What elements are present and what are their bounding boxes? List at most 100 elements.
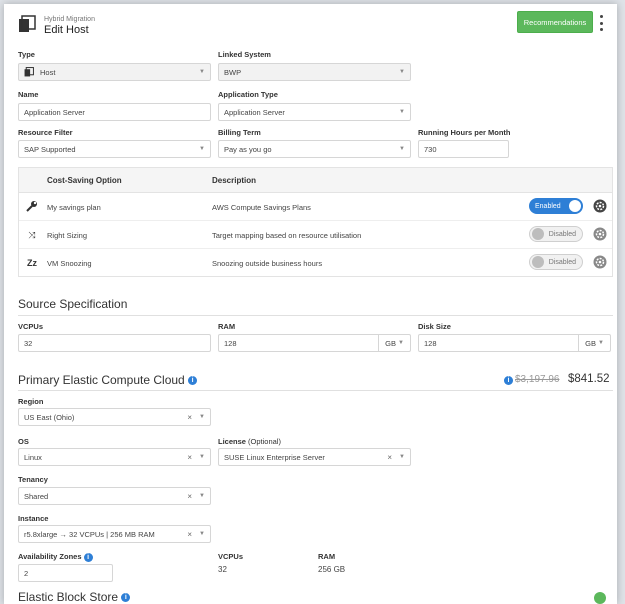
primary-ec2-title-row: Primary Elastic Compute Cloud i <box>18 373 198 387</box>
disk-unit: GB <box>585 338 596 348</box>
source-vcpus-label: VCPUs <box>18 322 44 331</box>
disk-unit-select[interactable]: GB ▼ <box>578 335 610 351</box>
type-value: Host <box>40 67 56 77</box>
source-disk-label: Disk Size <box>418 322 451 331</box>
option-description: Snoozing outside business hours <box>212 259 323 268</box>
toggle-label: Disabled <box>548 230 576 238</box>
name-label: Name <box>18 90 39 99</box>
enable-toggle[interactable]: Disabled <box>529 254 583 270</box>
chevron-down-icon: ▼ <box>199 531 205 537</box>
divider <box>18 390 613 391</box>
application-type-label: Application Type <box>218 90 278 99</box>
license-label-text: License <box>218 437 246 446</box>
chevron-down-icon: ▼ <box>398 340 404 346</box>
running-hours-input[interactable]: 730 <box>418 140 509 158</box>
chevron-down-icon: ▼ <box>598 340 604 346</box>
gear-icon[interactable] <box>593 199 607 213</box>
target-vcpus-value: 32 <box>218 565 227 574</box>
type-label: Type <box>18 50 35 59</box>
original-price: $3,197.96 <box>515 374 560 385</box>
linked-system-select[interactable]: BWP ▼ <box>218 63 411 81</box>
resource-filter-select[interactable]: SAP Supported ▼ <box>18 140 211 158</box>
chevron-down-icon: ▼ <box>199 454 205 460</box>
server-stack-icon <box>19 15 36 32</box>
source-ram-input[interactable]: 128 GB ▼ <box>218 334 411 352</box>
breadcrumb: Hybrid Migration <box>44 16 95 23</box>
tenancy-select[interactable]: Shared × ▼ <box>18 487 211 505</box>
toggle-knob <box>569 200 581 212</box>
clear-icon[interactable]: × <box>187 413 192 422</box>
clear-icon[interactable]: × <box>387 453 392 462</box>
info-icon[interactable]: i <box>121 593 131 603</box>
linked-system-label: Linked System <box>218 50 271 59</box>
instance-label: Instance <box>18 514 49 523</box>
gear-icon[interactable] <box>593 227 607 241</box>
running-hours-label: Running Hours per Month <box>418 128 511 137</box>
page-title: Edit Host <box>44 24 89 36</box>
recommendations-button[interactable]: Recommendations <box>517 11 593 33</box>
chevron-down-icon: ▼ <box>199 493 205 499</box>
target-ram-label: RAM <box>318 552 336 561</box>
linked-system-value: BWP <box>224 67 242 77</box>
clear-icon[interactable]: × <box>187 453 192 462</box>
info-icon[interactable]: i <box>83 552 93 562</box>
resource-filter-value: SAP Supported <box>24 144 76 154</box>
name-value: Application Server <box>24 107 85 117</box>
chevron-down-icon: ▼ <box>399 109 405 115</box>
region-value: US East (Ohio) <box>24 412 75 422</box>
os-select[interactable]: Linux × ▼ <box>18 448 211 466</box>
billing-term-select[interactable]: Pay as you go ▼ <box>218 140 411 158</box>
info-icon[interactable]: i <box>188 376 198 386</box>
region-select[interactable]: US East (Ohio) × ▼ <box>18 408 211 426</box>
toggle-knob <box>532 228 544 240</box>
resize-icon: ⤨ <box>28 230 36 240</box>
source-disk-input[interactable]: 128 GB ▼ <box>418 334 611 352</box>
cost-saving-table: Cost-Saving Option Description My saving… <box>18 167 613 277</box>
tenancy-value: Shared <box>24 491 49 501</box>
source-ram-label: RAM <box>218 322 236 331</box>
chevron-down-icon: ▼ <box>199 69 205 75</box>
chevron-down-icon: ▼ <box>199 414 205 420</box>
table-row: Zz VM Snoozing Snoozing outside business… <box>19 249 612 277</box>
source-vcpus-input[interactable]: 32 <box>18 334 211 352</box>
price-info-icon[interactable]: i <box>504 376 513 385</box>
resource-filter-label: Resource Filter <box>18 128 73 137</box>
target-vcpus-label: VCPUs <box>218 552 244 561</box>
instance-select[interactable]: r5.8xlarge → 32 VCPUs | 256 MB RAM × ▼ <box>18 525 211 543</box>
name-input[interactable]: Application Server <box>18 103 211 121</box>
gear-icon[interactable] <box>593 255 607 269</box>
host-icon <box>24 67 34 77</box>
clear-icon[interactable]: × <box>187 530 192 539</box>
availability-zones-input[interactable]: 2 <box>18 564 113 582</box>
os-label: OS <box>18 437 29 446</box>
elastic-block-store-title: Elastic Block Store <box>18 590 119 604</box>
option-description: Target mapping based on resource utilisa… <box>212 231 362 240</box>
enable-toggle[interactable]: Enabled <box>529 198 583 214</box>
source-ram-value: 128 <box>224 338 237 348</box>
ram-unit-select[interactable]: GB ▼ <box>378 335 410 351</box>
availability-zones-label: Availability Zones i <box>18 552 93 562</box>
running-hours-value: 730 <box>424 144 437 154</box>
license-label: License (Optional) <box>218 437 281 446</box>
type-select[interactable]: Host ▼ <box>18 63 211 81</box>
availability-zones-value: 2 <box>24 568 29 578</box>
chevron-down-icon: ▼ <box>399 69 405 75</box>
primary-ec2-title: Primary Elastic Compute Cloud <box>18 373 185 387</box>
toggle-label: Disabled <box>548 258 576 266</box>
license-select[interactable]: SUSE Linux Enterprise Server × ▼ <box>218 448 411 466</box>
application-type-value: Application Server <box>224 107 285 117</box>
option-name: My savings plan <box>47 203 101 212</box>
column-header-option: Cost-Saving Option <box>47 176 122 185</box>
application-type-select[interactable]: Application Server ▼ <box>218 103 411 121</box>
add-icon[interactable] <box>594 592 606 604</box>
enable-toggle[interactable]: Disabled <box>529 226 583 242</box>
optimized-price: $841.52 <box>568 373 610 385</box>
wrench-icon <box>25 200 39 214</box>
clear-icon[interactable]: × <box>187 492 192 501</box>
availability-zones-label-text: Availability Zones <box>18 552 82 561</box>
sleep-icon: Zz <box>27 258 37 268</box>
source-vcpus-value: 32 <box>24 338 33 348</box>
more-menu-icon[interactable] <box>597 15 605 31</box>
target-ram-value: 256 GB <box>318 565 346 574</box>
optional-tag: (Optional) <box>248 437 281 446</box>
